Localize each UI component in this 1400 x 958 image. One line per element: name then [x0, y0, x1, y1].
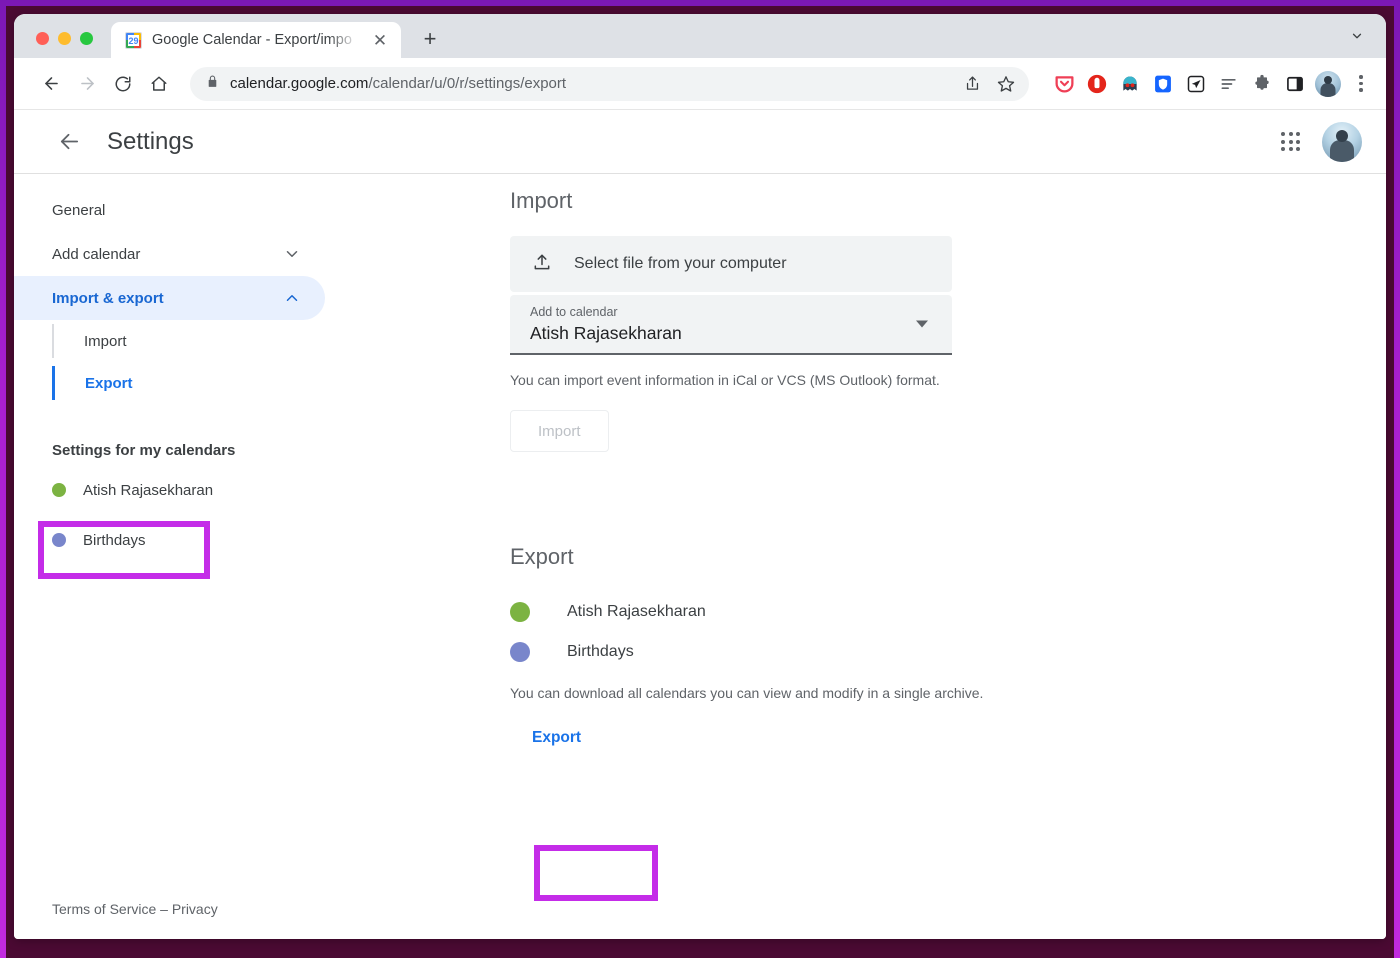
dropdown-caret-icon — [916, 320, 928, 328]
export-section-heading: Export — [510, 544, 574, 569]
subitem-rail-selected — [52, 366, 55, 400]
profile-avatar[interactable] — [1315, 70, 1341, 97]
reading-list-icon[interactable] — [1216, 71, 1242, 97]
select-file-label: Select file from your computer — [574, 255, 787, 272]
new-tab-button[interactable]: + — [415, 24, 445, 54]
add-to-calendar-select[interactable]: Add to calendar Atish Rajasekharan — [510, 295, 952, 355]
address-bar[interactable]: calendar.google.com/calendar/u/0/r/setti… — [190, 66, 1029, 101]
maximize-window-button[interactable] — [80, 32, 93, 45]
select-floating-label: Add to calendar — [530, 305, 618, 319]
calendar-color-dot — [510, 642, 530, 662]
settings-main-content: Import Select file from your computer Ad… — [510, 174, 1386, 939]
sidebar-item-general[interactable]: General — [14, 188, 325, 232]
sidebar-calendar-row[interactable]: Birthdays — [14, 515, 510, 565]
sidebar-calendar-row[interactable]: Atish Rajasekharan — [14, 465, 510, 515]
page-title: Settings — [107, 127, 194, 155]
browser-tab-strip: 29 Google Calendar - Export/impo ✕ + — [14, 14, 1386, 58]
google-calendar-favicon: 29 — [125, 31, 142, 49]
calendar-name: Atish Rajasekharan — [83, 481, 214, 499]
close-icon[interactable]: ✕ — [369, 29, 391, 51]
sidebar-subitem-label: Export — [85, 374, 133, 392]
address-bar-url: calendar.google.com/calendar/u/0/r/setti… — [230, 75, 946, 92]
import-helper-text: You can import event information in iCal… — [510, 372, 940, 388]
calendar-color-dot — [52, 483, 66, 497]
share-icon[interactable] — [957, 69, 987, 99]
minimize-window-button[interactable] — [58, 32, 71, 45]
forward-arrow-icon[interactable] — [70, 67, 104, 101]
account-avatar[interactable] — [1322, 121, 1362, 162]
dashlane-shield-icon[interactable] — [1150, 71, 1176, 97]
chevron-up-icon — [283, 289, 301, 307]
export-helper-text: You can download all calendars you can v… — [510, 685, 984, 701]
omnibox-actions — [957, 69, 1021, 99]
reload-icon[interactable] — [106, 67, 140, 101]
calendar-name: Birthdays — [567, 643, 634, 660]
settings-sidebar: General Add calendar Import & export Imp… — [14, 174, 510, 939]
adblock-icon[interactable] — [1084, 71, 1110, 97]
pocket-icon[interactable] — [1051, 71, 1077, 97]
back-arrow-icon[interactable] — [34, 67, 68, 101]
sidebar-subitem-export[interactable]: Export — [14, 362, 325, 404]
window-traffic-lights — [14, 32, 93, 58]
side-panel-icon[interactable] — [1282, 71, 1308, 97]
url-domain: calendar.google.com — [230, 75, 369, 92]
sidebar-subitem-import[interactable]: Import — [14, 320, 325, 362]
calendar-name: Birthdays — [83, 531, 146, 549]
sidebar-item-add-calendar[interactable]: Add calendar — [14, 232, 325, 276]
puzzle-extensions-icon[interactable] — [1249, 71, 1275, 97]
annotation-frame: 29 Google Calendar - Export/impo ✕ + cal… — [0, 0, 1400, 958]
close-window-button[interactable] — [36, 32, 49, 45]
settings-header: Settings — [14, 110, 1386, 174]
browser-toolbar: calendar.google.com/calendar/u/0/r/setti… — [14, 58, 1386, 110]
export-button[interactable]: Export — [510, 718, 604, 758]
footer-links[interactable]: Terms of Service – Privacy — [52, 901, 218, 917]
calendar-settings-page: Settings General Add calendar Import & e… — [14, 110, 1386, 939]
lock-icon — [206, 75, 219, 93]
browser-extension-icons — [1041, 70, 1374, 97]
subitem-rail — [52, 324, 54, 358]
header-actions — [1281, 121, 1362, 162]
sidebar-subitem-label: Import — [84, 332, 127, 350]
sidebar-item-import-export[interactable]: Import & export — [14, 276, 325, 320]
chevron-down-icon — [283, 245, 301, 263]
export-calendar-row: Birthdays — [510, 632, 1346, 672]
upload-icon — [532, 252, 552, 277]
home-icon[interactable] — [142, 67, 176, 101]
calendar-color-dot — [510, 602, 530, 622]
chevron-down-icon[interactable] — [1344, 23, 1370, 49]
favicon-day-number: 29 — [128, 34, 139, 46]
send-paperplane-icon[interactable] — [1183, 71, 1209, 97]
sidebar-item-label: General — [52, 201, 106, 219]
import-button[interactable]: Import — [510, 410, 609, 452]
export-calendar-row: Atish Rajasekharan — [510, 592, 1346, 632]
google-apps-grid-icon[interactable] — [1281, 132, 1300, 151]
url-path: /calendar/u/0/r/settings/export — [368, 75, 567, 92]
sidebar-item-label: Add calendar — [52, 245, 141, 263]
browser-tab-title: Google Calendar - Export/impo — [152, 32, 352, 48]
browser-tab-active[interactable]: 29 Google Calendar - Export/impo ✕ — [111, 22, 401, 58]
select-selected-value: Atish Rajasekharan — [530, 323, 682, 343]
import-section-heading: Import — [510, 188, 573, 213]
settings-body: General Add calendar Import & export Imp… — [14, 174, 1386, 939]
back-arrow-icon[interactable] — [52, 125, 86, 159]
calendar-color-dot — [52, 533, 66, 547]
sidebar-item-label: Import & export — [52, 289, 164, 307]
calendar-name: Atish Rajasekharan — [567, 603, 706, 620]
star-icon[interactable] — [991, 69, 1021, 99]
export-section: Export Atish Rajasekharan Birthdays You … — [510, 544, 1346, 758]
select-file-button[interactable]: Select file from your computer — [510, 236, 952, 292]
kebab-menu-icon[interactable] — [1348, 71, 1374, 97]
sidebar-section-heading: Settings for my calendars — [52, 442, 236, 459]
ghostery-icon[interactable] — [1117, 71, 1143, 97]
browser-window: 29 Google Calendar - Export/impo ✕ + cal… — [14, 14, 1386, 939]
